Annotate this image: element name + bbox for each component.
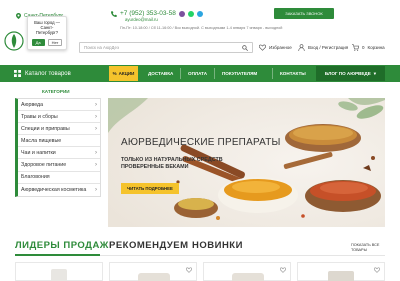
sidebar-item-herbs[interactable]: Травы и сборы ›	[18, 111, 100, 124]
catalog-button[interactable]: Каталог товаров	[14, 67, 71, 80]
product-card[interactable]	[203, 262, 291, 281]
city-confirm-text: Ваш город — Санкт-Петербург?	[34, 20, 60, 36]
banner-subtitle-line-2: ПРОВЕРЕННЫЕ ВЕКАМИ	[121, 164, 189, 170]
nav-divider	[272, 68, 273, 79]
read-more-button[interactable]: ЧИТАТЬ ПОДРОБНЕЕ	[121, 183, 179, 194]
sidebar-item-label: Специи и приправы	[21, 125, 70, 132]
logo-icon[interactable]	[4, 30, 24, 52]
sidebar-item-label: Чаи и напитки	[21, 149, 56, 156]
city-no-button[interactable]: Нет	[47, 38, 63, 46]
nav-delivery[interactable]: ДОСТАВКА	[148, 66, 173, 81]
cart-label: Корзина	[367, 45, 385, 50]
tab-bestsellers[interactable]: ЛИДЕРЫ ПРОДАЖ	[15, 240, 109, 251]
sidebar-item-ayurveda[interactable]: Аюрведа ›	[18, 99, 100, 112]
nav-blog-label: БЛОГ ПО АЮРВЕДЕ	[324, 71, 371, 76]
nav-promo-label: АКЦИИ	[118, 71, 135, 76]
sidebar-item-oils[interactable]: Масла пищевые	[18, 135, 100, 148]
product-image	[138, 273, 170, 281]
banner-subtitle: ТОЛЬКО ИЗ НАТУРАЛЬНЫХ СРЕДСТВ ПРОВЕРЕННЫ…	[121, 157, 223, 171]
favorites-link[interactable]: Избранное	[259, 44, 292, 51]
nav-blog[interactable]: БЛОГ ПО АЮРВЕДЕ ▾	[316, 66, 385, 81]
chevron-right-icon: ›	[95, 113, 97, 120]
banner-subtitle-line-1: ТОЛЬКО ИЗ НАТУРАЛЬНЫХ СРЕДСТВ	[121, 157, 223, 163]
viber-icon[interactable]	[178, 10, 185, 17]
chevron-right-icon: ›	[95, 149, 97, 156]
product-card[interactable]	[109, 262, 197, 281]
search-placeholder: Поиск на АюрДеэ	[84, 45, 120, 50]
whatsapp-icon[interactable]	[187, 10, 194, 17]
sidebar-item-spices[interactable]: Специи и приправы ›	[18, 123, 100, 136]
product-image	[232, 273, 264, 281]
tab-new[interactable]: НОВИНКИ	[192, 240, 243, 251]
banner-title: АЮРВЕДИЧЕСКИЕ ПРЕПАРАТЫ	[121, 137, 281, 148]
nav-payment[interactable]: ОПЛАТА	[188, 66, 207, 81]
sidebar-item-label: Аюрведическая косметика	[21, 186, 87, 193]
phone-row: +7 (952) 353-03-58	[111, 10, 203, 17]
heart-icon[interactable]	[373, 267, 380, 275]
show-all-link[interactable]: ПОКАЗАТЬ ВСЕ ТОВАРЫ	[351, 243, 379, 252]
tab-recommended[interactable]: РЕКОМЕНДУЕМ	[109, 240, 189, 251]
working-hours: Пн-Пт: 10-18:00 / Сб 11-16:00 / Вск выхо…	[120, 26, 283, 30]
sidebar-item-label: Травы и сборы	[21, 113, 58, 120]
cart-icon	[352, 44, 359, 51]
sidebar-item-incense[interactable]: Благовония	[18, 172, 100, 184]
location-pin-icon	[16, 13, 21, 19]
show-all-line-2: ТОВАРЫ	[351, 247, 367, 252]
sidebar-item-teas[interactable]: Чаи и напитки ›	[18, 147, 100, 160]
search-icon[interactable]	[242, 44, 248, 51]
user-icon	[298, 44, 305, 51]
sidebar-title: КАТЕГОРИИ	[42, 89, 70, 94]
nav-customers[interactable]: ПОКУПАТЕЛЯМ	[222, 66, 257, 81]
login-label: Вход / Регистрация	[308, 45, 349, 50]
product-image	[51, 269, 67, 281]
sidebar-item-label: Благовония	[21, 174, 50, 181]
favorites-label: Избранное	[269, 45, 292, 50]
phone-icon	[111, 10, 117, 17]
sidebar-item-label: Масла пищевые	[21, 137, 62, 144]
percent-icon: %	[112, 71, 117, 76]
search-input[interactable]: Поиск на АюрДеэ	[79, 42, 253, 53]
telegram-icon[interactable]	[196, 10, 203, 17]
cart-link[interactable]: 0 Корзина	[352, 44, 385, 51]
heart-icon[interactable]	[279, 267, 286, 275]
grid-icon	[14, 70, 21, 77]
chevron-right-icon: ›	[95, 162, 97, 169]
sidebar-item-label: Здоровое питание	[21, 162, 67, 169]
nav-divider	[214, 68, 215, 79]
sidebar-item-healthy-food[interactable]: Здоровое питание ›	[18, 159, 100, 172]
show-all-line-1: ПОКАЗАТЬ ВСЕ	[351, 243, 380, 247]
heart-icon[interactable]	[185, 267, 192, 275]
product-card[interactable]	[15, 262, 103, 281]
product-image	[328, 271, 354, 281]
nav-contacts[interactable]: КОНТАКТЫ	[280, 66, 306, 81]
sidebar-item-cosmetics[interactable]: Аюрведическая косметика ›	[18, 184, 100, 196]
nav-divider	[180, 68, 181, 79]
email-link[interactable]: ayurdeo@mail.ru	[125, 17, 158, 22]
chevron-right-icon: ›	[95, 186, 97, 193]
city-confirm-popup: Ваш город — Санкт-Петербург? Да Нет	[27, 16, 67, 50]
chevron-down-icon: ▾	[373, 70, 377, 76]
active-tab-indicator	[15, 254, 100, 256]
login-link[interactable]: Вход / Регистрация	[298, 44, 348, 51]
nav-promo[interactable]: % АКЦИИ	[109, 66, 138, 81]
catalog-label: Каталог товаров	[25, 70, 71, 77]
product-card[interactable]	[297, 262, 385, 281]
phone-number[interactable]: +7 (952) 353-03-58	[120, 10, 176, 17]
city-yes-button[interactable]: Да	[31, 38, 45, 46]
category-list: Аюрведа › Травы и сборы › Специи и приправ…	[15, 98, 101, 197]
callback-button[interactable]: ЗАКАЗАТЬ ЗВОНОК	[274, 8, 334, 19]
sidebar-item-label: Аюрведа	[21, 101, 44, 108]
cart-count: 0	[362, 45, 365, 50]
chevron-right-icon: ›	[95, 101, 97, 108]
heart-icon	[259, 44, 266, 51]
chevron-right-icon: ›	[95, 125, 97, 132]
